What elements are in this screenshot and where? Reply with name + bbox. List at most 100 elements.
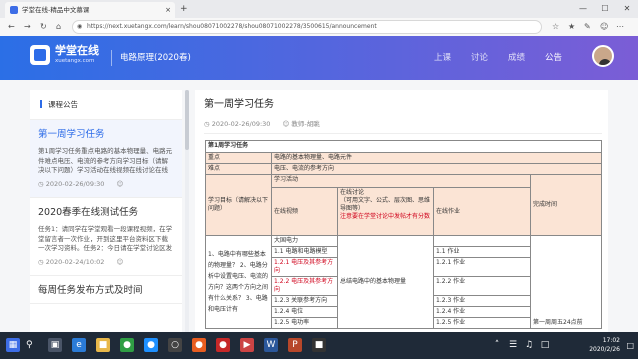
table-cell: 1.2.3 作业 — [433, 295, 531, 307]
task-view-icon[interactable]: ▣ — [48, 338, 62, 352]
table-heading: 第1周学习任务 — [204, 140, 603, 153]
app-icon[interactable]: ● — [216, 338, 230, 352]
start-icon[interactable]: ▦ — [6, 338, 20, 352]
discuss-header: 在线讨论 — [340, 189, 365, 196]
lock-icon: ◉ — [77, 23, 83, 30]
app-icon[interactable]: ○ — [168, 338, 182, 352]
favorites-icon[interactable]: ☆ — [552, 21, 559, 33]
avatar[interactable] — [592, 45, 614, 67]
table-cell: 1.2.1 作业 — [433, 257, 531, 277]
article-title: 第一周学习任务 — [204, 99, 274, 110]
task-table: 第1周学习任务 重点 电路的基本物理量、电路元件 难点 电压、电流的参考方向 学… — [204, 140, 603, 329]
edge-icon[interactable]: e — [72, 338, 86, 352]
table-cell: 学习活动 — [271, 174, 531, 188]
tray-up-icon[interactable]: ˄ — [490, 338, 504, 352]
announcement-item-week1[interactable]: 第一周学习任务 第1周学习任务重点电路的基本物理量、电路元件难点电压、电流的参考… — [30, 120, 182, 198]
back-icon[interactable]: ← — [8, 21, 15, 33]
announcement-excerpt: 任务1：请同学在学堂观看一段课程视频，在学堂留言者一次作业，开到这里平台资料区下… — [38, 225, 173, 252]
address-row: ← → ↻ ⌂ ◉ https://next.xuetangx.com/lear… — [0, 18, 638, 36]
taskbar-clock[interactable]: 17:02 2020/2/26 — [589, 336, 620, 354]
nav-announcements[interactable]: 公告 — [545, 52, 562, 64]
discuss-note: 注意要在学堂讨论中发帖才有分数 — [340, 213, 431, 220]
more-icon[interactable]: ⋯ — [616, 21, 624, 33]
table-cell: 总结电路中的基本物理量 — [337, 235, 434, 329]
input-method-icon[interactable]: □ — [538, 338, 552, 352]
maximize-icon[interactable]: ☐ — [594, 0, 616, 18]
clock-icon: ◷ — [204, 120, 210, 128]
table-cell: 1.2.5 作业 — [433, 317, 531, 329]
tab-close-icon[interactable]: × — [165, 2, 171, 18]
announcement-excerpt: 第1周学习任务重点电路的基本物理量、电路元件难点电压、电流的参考方向学习目标（请… — [38, 147, 173, 174]
powerpoint-icon[interactable]: P — [288, 338, 302, 352]
new-tab-button[interactable]: + — [180, 3, 188, 15]
home-icon[interactable]: ⌂ — [56, 21, 61, 33]
search-icon[interactable]: ⚲ — [26, 339, 33, 352]
table-cell: 1.1 电路和电路模型 — [271, 246, 338, 258]
course-title: 电路原理(2020春) — [120, 53, 191, 63]
clock-date: 2020/2/26 — [589, 346, 620, 353]
forward-icon[interactable]: → — [24, 21, 31, 33]
main-nav: 上课 讨论 成绩 公告 — [434, 52, 562, 64]
announcement-detail: 第一周学习任务 ◷ 2020-02-26/09:30 ☺ 教师-胡眺 第1周学习… — [195, 90, 608, 332]
table-cell: 1.2.2 电压及其参考方向 — [271, 276, 338, 296]
url-text: https://next.xuetangx.com/learn/shou0807… — [87, 23, 377, 30]
header-divider — [111, 50, 112, 66]
collections-icon[interactable]: ★ — [568, 21, 575, 33]
table-cell: 重点 — [205, 152, 272, 164]
notification-icon[interactable]: □ — [626, 341, 634, 350]
qq-icon[interactable]: ● — [144, 338, 158, 352]
article-author: 教师-胡眺 — [291, 120, 320, 128]
table-cell: 完成时间 — [529, 174, 603, 236]
logo-subtitle: xuetangx.com — [55, 58, 95, 64]
table-cell: 1、电路中有哪些基本的物理量？ 2、电路分析中设置电压、电流的方向？这两个方向之… — [205, 235, 272, 329]
nav-grades[interactable]: 成绩 — [508, 52, 525, 64]
logo-icon[interactable] — [30, 45, 50, 65]
word-icon[interactable]: W — [264, 338, 278, 352]
firefox-icon[interactable]: ● — [192, 338, 206, 352]
sidebar-title: 课程公告 — [30, 90, 182, 120]
table-cell: 1.2.2 作业 — [433, 276, 531, 296]
media-icon[interactable]: ▶ — [240, 338, 254, 352]
tab-bar: 学堂在线-精品中文慕课 × + — ☐ ✕ — [0, 0, 638, 18]
announcement-meta: ◷ 2020-02-24/10:02 ☺ — [38, 253, 174, 275]
table-cell: 1.2.1 电压及其参考方向 — [271, 257, 338, 277]
address-bar[interactable]: ◉ https://next.xuetangx.com/learn/shou08… — [72, 20, 542, 34]
share-icon[interactable]: ✎ — [584, 21, 591, 33]
table-cell: 在线视频 — [271, 187, 338, 236]
profile-icon[interactable]: ☺ — [600, 21, 608, 33]
taskbar: ▦ ⚲ ▣ e ■ ● ● ○ ● ● ▶ W P ■ ˄ ☰ ♫ □ 17:0… — [0, 332, 638, 359]
sidebar-scrollbar-thumb[interactable] — [185, 90, 189, 150]
discuss-sub: （可用文字、公式、层次图、思维导图等） — [340, 197, 431, 212]
announcement-date: 2020-02-26/09:30 — [45, 180, 105, 188]
clock-icon: ◷ — [38, 180, 44, 188]
close-window-icon[interactable]: ✕ — [616, 0, 638, 18]
tab-title: 学堂在线-精品中文慕课 — [22, 6, 90, 14]
clock-time: 17:02 — [602, 337, 620, 344]
file-explorer-icon[interactable]: ■ — [96, 338, 110, 352]
table-cell — [433, 235, 531, 247]
browser-tab[interactable]: 学堂在线-精品中文慕课 × — [5, 2, 175, 18]
article-date: 2020-02-26/09:30 — [211, 120, 271, 128]
table-cell: 1.2.4 电位 — [271, 306, 338, 318]
table-cell: 1.1 作业 — [433, 246, 531, 258]
wechat-icon[interactable]: ● — [120, 338, 134, 352]
announcement-item-schedule[interactable]: 每周任务发布方式及时间 — [30, 276, 182, 304]
announcement-title: 第一周学习任务 — [38, 129, 105, 140]
announcement-item-test[interactable]: 2020春季在线测试任务 任务1：请同学在学堂观看一段课程视频，在学堂留言者一次… — [30, 198, 182, 276]
user-icon: ☺ — [282, 120, 290, 128]
network-icon[interactable]: ☰ — [506, 338, 520, 352]
refresh-icon[interactable]: ↻ — [40, 21, 47, 33]
announcement-sidebar: 课程公告 第一周学习任务 第1周学习任务重点电路的基本物理量、电路元件难点电压、… — [30, 90, 182, 332]
announcement-meta: ◷ 2020-02-26/09:30 ☺ — [38, 175, 174, 197]
app-icon[interactable]: ■ — [312, 338, 326, 352]
nav-discussion[interactable]: 讨论 — [471, 52, 488, 64]
volume-icon[interactable]: ♫ — [522, 338, 536, 352]
article-meta: ◷ 2020-02-26/09:30 ☺ 教师-胡眺 — [204, 119, 320, 129]
user-icon: ☺ — [116, 258, 124, 266]
table-cell: 大国电力 — [271, 235, 338, 247]
nav-class[interactable]: 上课 — [434, 52, 451, 64]
logo-text[interactable]: 学堂在线 — [55, 44, 99, 57]
minimize-icon[interactable]: — — [572, 0, 594, 18]
table-cell: 在线作业 — [433, 187, 531, 236]
sidebar-title-text: 课程公告 — [48, 100, 78, 109]
